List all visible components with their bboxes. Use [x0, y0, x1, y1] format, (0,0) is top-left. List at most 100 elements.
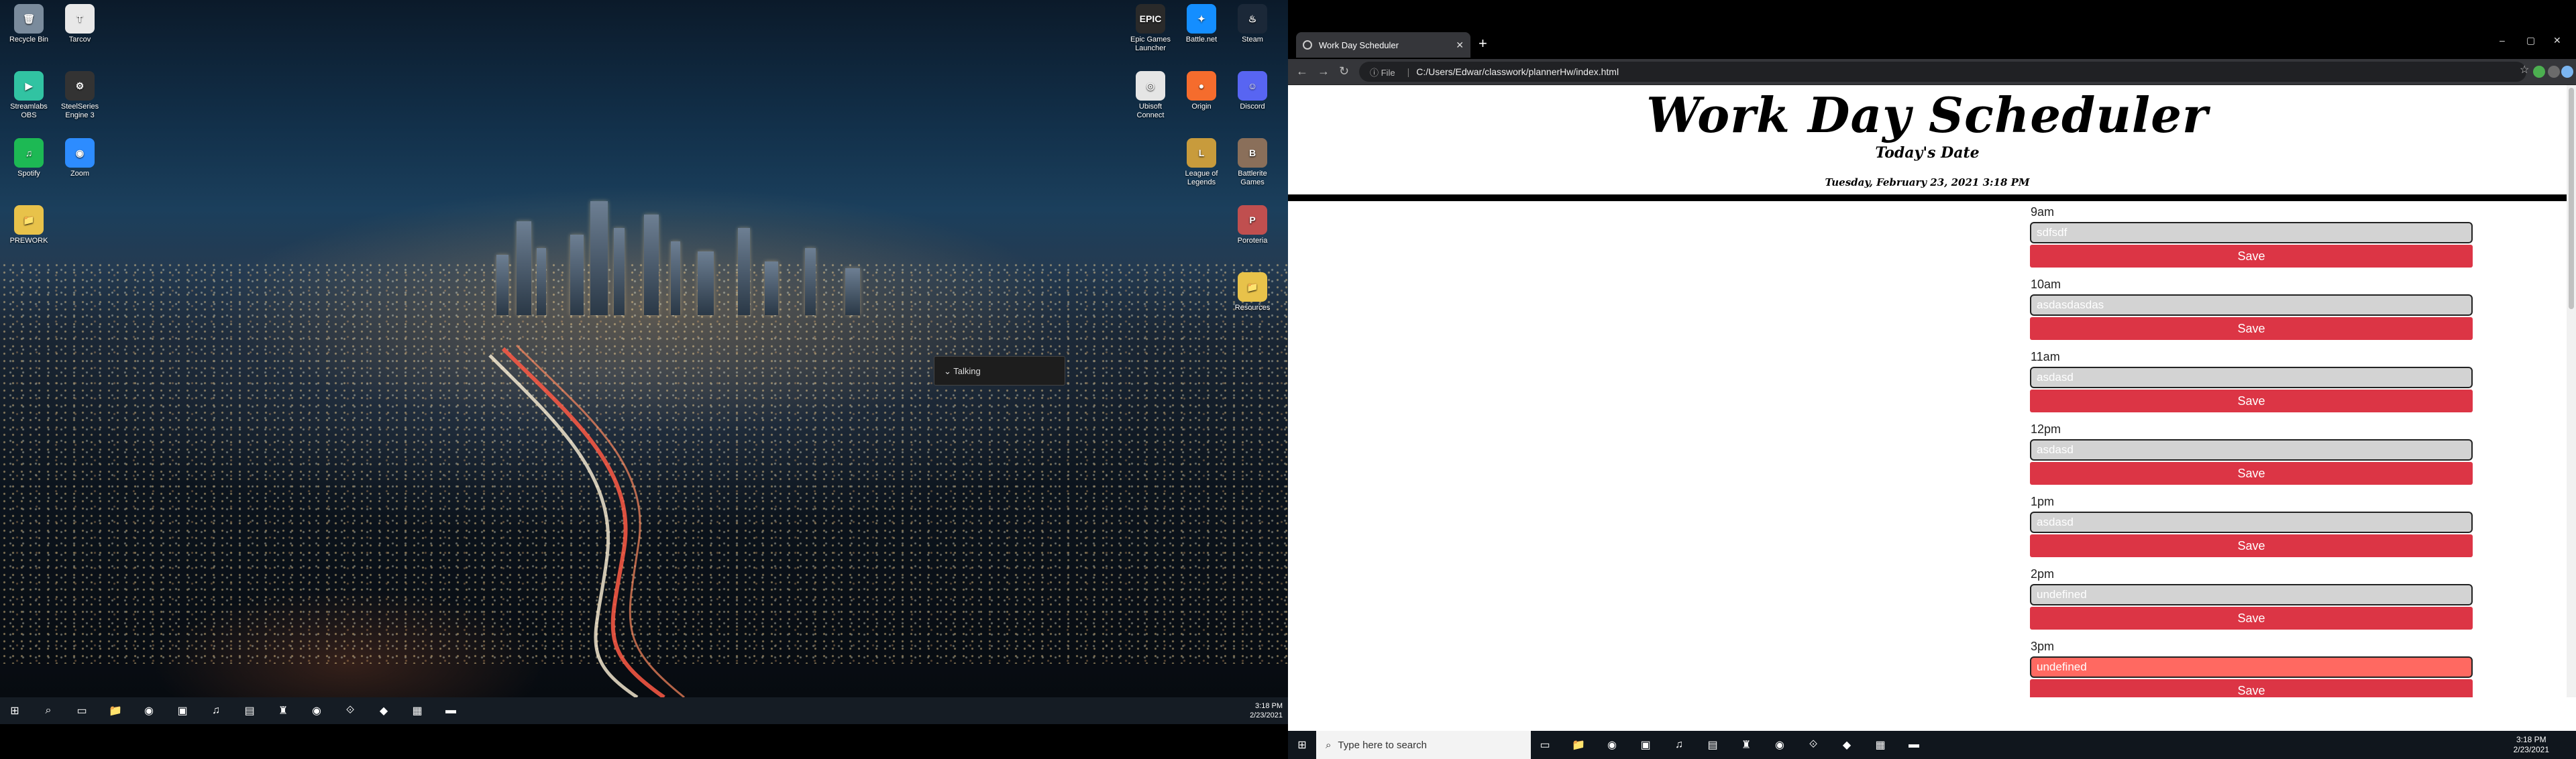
- page-scrollbar[interactable]: [2567, 85, 2576, 697]
- desktop-icon[interactable]: ▶ Streamlabs OBS: [3, 71, 55, 120]
- desktop-icon[interactable]: ● Origin: [1175, 71, 1228, 111]
- taskbar-app-button[interactable]: ⊞: [5, 701, 24, 720]
- taskbar-app-button[interactable]: ▦: [1872, 736, 1889, 754]
- task-textarea[interactable]: asdasdasdas: [2030, 294, 2473, 316]
- desktop-icon[interactable]: B Battlerite Games: [1226, 138, 1279, 187]
- taskbar-app-button[interactable]: ◉: [1771, 736, 1788, 754]
- tab-title: Work Day Scheduler: [1319, 40, 1399, 50]
- close-window-button[interactable]: ✕: [2553, 35, 2561, 46]
- taskbar-app-button[interactable]: ♜: [1737, 736, 1755, 754]
- taskbar-app-button[interactable]: ▤: [240, 701, 259, 720]
- desktop-icon-label: Zoom: [70, 170, 90, 178]
- desktop-icon[interactable]: ◎ Ubisoft Connect: [1124, 71, 1177, 120]
- new-tab-button[interactable]: +: [1479, 35, 1487, 52]
- clock-time: 3:18 PM: [1255, 702, 1283, 710]
- desktop-icon[interactable]: ◉ Zoom: [54, 138, 106, 178]
- desktop-icon[interactable]: 📁 Resources: [1226, 272, 1279, 312]
- taskbar-app-button[interactable]: ▣: [173, 701, 192, 720]
- talking-widget[interactable]: ⌄ Talking: [934, 356, 1065, 386]
- taskbar-search[interactable]: ⌕ Type here to search: [1316, 731, 1531, 759]
- desktop-icon[interactable]: L League of Legends: [1175, 138, 1228, 187]
- time-block-row: 10am asdasdasdas Save: [2030, 277, 2473, 340]
- save-button[interactable]: Save: [2030, 534, 2473, 557]
- app-icon: ●: [1187, 71, 1216, 101]
- app-icon: ▶: [14, 71, 44, 101]
- taskbar-app-button[interactable]: ▬: [441, 701, 460, 720]
- hour-label: 9am: [2031, 205, 2055, 219]
- desktop-icon[interactable]: 📁 PREWORK: [3, 205, 55, 245]
- right-taskbar-clock[interactable]: 3:18 PM 2/23/2021: [2514, 735, 2549, 755]
- save-button[interactable]: Save: [2030, 390, 2473, 412]
- app-icon: ◎: [1136, 71, 1165, 101]
- extension-icon[interactable]: [2533, 66, 2545, 78]
- taskbar-app-button[interactable]: ◆: [374, 701, 393, 720]
- site-info[interactable]: ⓘ File: [1370, 66, 1395, 78]
- desktop-icon-label: Steam: [1242, 36, 1263, 44]
- tab-work-day-scheduler[interactable]: Work Day Scheduler ✕: [1296, 32, 1470, 58]
- taskbar-app-button[interactable]: ▤: [1704, 736, 1721, 754]
- right-browser-screen: Work Day Scheduler ✕ + – ▢ ✕ ← → ↻ ⓘ Fil…: [1288, 0, 2576, 759]
- desktop-icon[interactable]: T Tarcov: [54, 4, 106, 44]
- app-icon: ♫: [14, 138, 44, 168]
- app-icon: P: [1238, 205, 1267, 235]
- puzzle-icon[interactable]: [2548, 66, 2560, 78]
- task-textarea[interactable]: undefined: [2030, 656, 2473, 678]
- taskbar-app-button[interactable]: ◉: [307, 701, 326, 720]
- taskbar-app-button[interactable]: ◆: [1838, 736, 1856, 754]
- bookmark-star-icon[interactable]: ☆: [2520, 63, 2529, 76]
- time-block-row: 3pm undefined Save: [2030, 639, 2473, 697]
- task-textarea[interactable]: undefined: [2030, 584, 2473, 605]
- avatar[interactable]: [2561, 66, 2573, 78]
- close-tab-icon[interactable]: ✕: [1456, 40, 1464, 51]
- save-button[interactable]: Save: [2030, 679, 2473, 697]
- taskbar: ⊞ ⌕ ▭ 📁 ◉ ▣ ♫ ▤ ♜ ◉ ⟐ ◆ ▦ ▬ 3:18 PM 2/23/2021: [0, 697, 1288, 724]
- clock-date: 2/23/2021: [1250, 711, 1283, 719]
- desktop-icon[interactable]: ♨ Steam: [1226, 4, 1279, 44]
- desktop-icon-label: Battle.net: [1185, 36, 1218, 44]
- save-button[interactable]: Save: [2030, 317, 2473, 340]
- task-textarea[interactable]: asdasd: [2030, 439, 2473, 461]
- address-separator: |: [1407, 66, 1410, 77]
- taskbar-app-button[interactable]: ▣: [1637, 736, 1654, 754]
- taskbar-app-button[interactable]: ⟐: [1805, 736, 1822, 754]
- app-icon: ☺: [1238, 71, 1267, 101]
- taskbar-app-button[interactable]: ⌕: [39, 701, 58, 720]
- taskbar-app-button[interactable]: ♜: [274, 701, 292, 720]
- start-button[interactable]: ⊞: [1293, 736, 1311, 754]
- talking-label: Talking: [953, 366, 981, 376]
- back-button[interactable]: ←: [1296, 64, 1308, 78]
- taskbar-app-button[interactable]: ▬: [1905, 736, 1923, 754]
- forward-button[interactable]: →: [1318, 64, 1330, 78]
- taskbar-app-button[interactable]: 📁: [106, 701, 125, 720]
- scroll-thumb[interactable]: [2569, 88, 2574, 309]
- taskbar-app-button[interactable]: ♫: [207, 701, 225, 720]
- desktop-icon[interactable]: ✦ Battle.net: [1175, 4, 1228, 44]
- desktop-icon[interactable]: EPIC Epic Games Launcher: [1124, 4, 1177, 53]
- address-bar[interactable]: ⓘ File | C:/Users/Edwar/classwork/planne…: [1359, 62, 2526, 82]
- taskbar-app-button[interactable]: 📁: [1570, 736, 1587, 754]
- save-button[interactable]: Save: [2030, 462, 2473, 485]
- taskbar-app-button[interactable]: ♫: [1670, 736, 1688, 754]
- minimize-button[interactable]: –: [2500, 35, 2505, 46]
- taskbar-app-button[interactable]: ▭: [72, 701, 91, 720]
- task-textarea[interactable]: asdasd: [2030, 367, 2473, 388]
- reload-button[interactable]: ↻: [1339, 64, 1349, 78]
- desktop-icon[interactable]: ⚙ SteelSeries Engine 3: [54, 71, 106, 120]
- time-block-row: 1pm asdasd Save: [2030, 494, 2473, 557]
- skyline: [470, 141, 939, 315]
- save-button[interactable]: Save: [2030, 607, 2473, 630]
- task-textarea[interactable]: asdasd: [2030, 512, 2473, 533]
- desktop-icon[interactable]: P Poroteria: [1226, 205, 1279, 245]
- maximize-button[interactable]: ▢: [2526, 35, 2535, 46]
- taskbar-app-button[interactable]: ▭: [1536, 736, 1554, 754]
- taskbar-app-button[interactable]: ◉: [140, 701, 158, 720]
- taskbar-app-button[interactable]: ◉: [1603, 736, 1621, 754]
- desktop-icon[interactable]: 🗑 Recycle Bin: [3, 4, 55, 44]
- task-textarea[interactable]: sdfsdf: [2030, 222, 2473, 243]
- taskbar-clock[interactable]: 3:18 PM 2/23/2021: [1250, 701, 1283, 720]
- taskbar-app-button[interactable]: ⟐: [341, 701, 360, 720]
- save-button[interactable]: Save: [2030, 245, 2473, 268]
- taskbar-app-button[interactable]: ▦: [408, 701, 427, 720]
- desktop-icon[interactable]: ☺ Discord: [1226, 71, 1279, 111]
- desktop-icon[interactable]: ♫ Spotify: [3, 138, 55, 178]
